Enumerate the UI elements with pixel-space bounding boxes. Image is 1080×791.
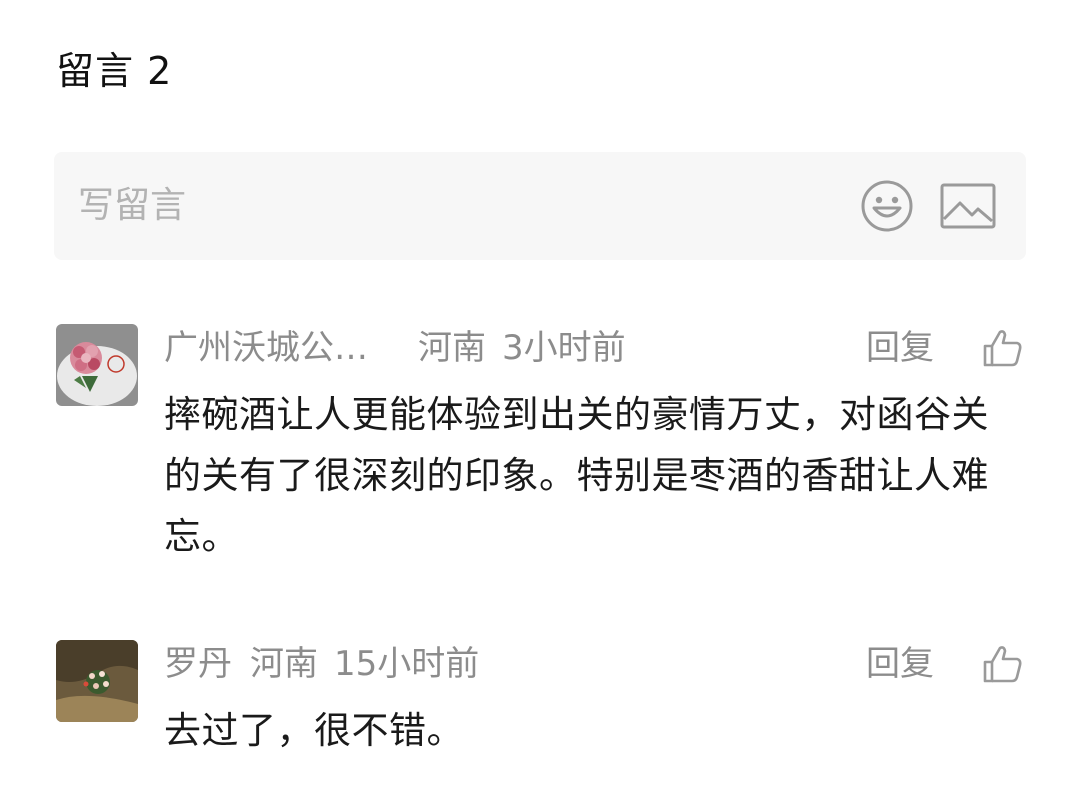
reply-button[interactable]: 回复 <box>866 640 934 688</box>
reply-button[interactable]: 回复 <box>866 324 934 372</box>
comment-text: 去过了，很不错。 <box>164 709 464 752</box>
avatar[interactable] <box>56 640 138 722</box>
comment-location: 河南 <box>418 328 486 368</box>
comment-time: 3小时前 <box>502 328 626 368</box>
comment-meta: 广州沃城公… 河南 3小时前 <box>164 324 626 372</box>
comment-author[interactable]: 罗丹 <box>164 640 232 688</box>
image-icon[interactable] <box>940 183 996 229</box>
avatar[interactable] <box>56 324 138 406</box>
comment-author[interactable]: 广州沃城公… <box>164 324 368 372</box>
comment-location: 河南 <box>250 644 318 684</box>
comments-header: 留言 2 <box>56 49 173 93</box>
comment-text: 摔碗酒让人更能体验到出关的豪情万丈，对函谷关的关有了很深刻的印象。特别是枣酒的香… <box>164 393 989 558</box>
smiley-icon[interactable] <box>860 179 914 233</box>
comment-meta: 罗丹 河南 15小时前 <box>164 640 479 688</box>
comment-input-box[interactable]: 写留言 <box>54 152 1026 260</box>
comment-input-placeholder[interactable]: 写留言 <box>78 182 186 230</box>
comment-time: 15小时前 <box>334 644 480 684</box>
comment-item: 广州沃城公… 河南 3小时前 回复 摔碗酒让人更能体验到出关的豪情万丈，对函谷关的关… <box>56 324 1026 564</box>
comment-item: 罗丹 河南 15小时前 回复 去过了，很不错。 <box>56 640 1026 770</box>
thumbs-up-icon[interactable] <box>982 644 1024 684</box>
thumbs-up-icon[interactable] <box>982 328 1024 368</box>
